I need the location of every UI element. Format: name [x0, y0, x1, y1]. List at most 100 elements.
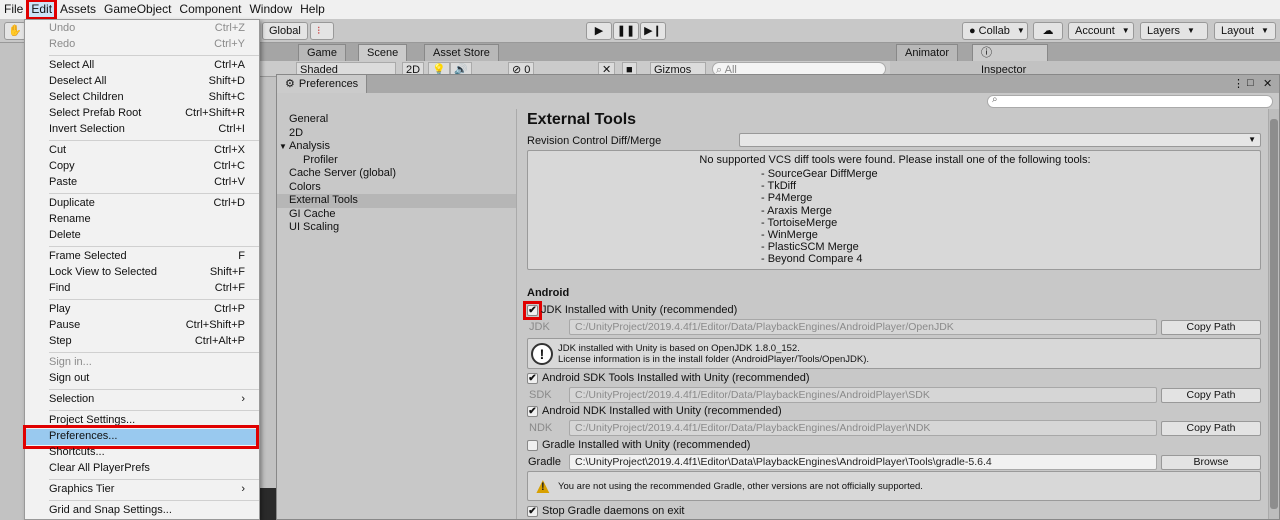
- menu-item-play[interactable]: Play Ctrl+P: [25, 302, 259, 318]
- menu-item-label: Delete: [49, 229, 81, 241]
- menu-item-pause[interactable]: Pause Ctrl+Shift+P: [25, 318, 259, 334]
- menu-item-label: Deselect All: [49, 75, 107, 87]
- menu-item-clear-playerprefs[interactable]: Clear All PlayerPrefs: [25, 461, 259, 477]
- preferences-search-input[interactable]: ⌕: [987, 94, 1273, 108]
- cloud-button[interactable]: ☁: [1033, 22, 1063, 40]
- menu-item-shortcut: Ctrl+C: [213, 160, 245, 172]
- ndk-label: NDK: [529, 422, 553, 434]
- nav-item-gi-cache[interactable]: GI Cache: [277, 208, 516, 222]
- menu-separator: [49, 193, 259, 194]
- nav-item-ui-scaling[interactable]: UI Scaling: [277, 221, 516, 235]
- snap-button[interactable]: ⁝: [310, 22, 334, 40]
- nav-item-colors[interactable]: Colors: [277, 181, 516, 195]
- menu-item-copy[interactable]: Copy Ctrl+C: [25, 159, 259, 175]
- menu-item-selection[interactable]: Selection ›: [25, 392, 259, 408]
- menu-item-label: Copy: [49, 160, 75, 172]
- asset-thumbnail: [258, 488, 276, 520]
- menu-separator: [49, 352, 259, 353]
- menu-item-undo[interactable]: Undo Ctrl+Z: [25, 21, 259, 37]
- menu-assets[interactable]: Assets: [56, 0, 100, 19]
- menu-item-step[interactable]: Step Ctrl+Alt+P: [25, 334, 259, 350]
- hand-icon: ✋: [8, 25, 22, 37]
- jdk-copy-path-button[interactable]: Copy Path: [1161, 320, 1261, 335]
- menu-item-invert-selection[interactable]: Invert Selection Ctrl+I: [25, 122, 259, 138]
- gradle-browse-button[interactable]: Browse: [1161, 455, 1261, 470]
- nav-item-profiler[interactable]: Profiler: [277, 154, 516, 168]
- menu-component[interactable]: Component: [175, 0, 245, 19]
- maximize-icon[interactable]: □: [1247, 77, 1254, 89]
- tab-animator[interactable]: Animator: [896, 44, 959, 61]
- menu-item-redo[interactable]: Redo Ctrl+Y: [25, 37, 259, 53]
- pause-button[interactable]: ❚❚: [613, 22, 639, 40]
- expand-arrow-icon[interactable]: ▼: [279, 140, 287, 154]
- gradle-warning-box: ▲ ! You are not using the recommended Gr…: [527, 471, 1261, 501]
- global-toggle-button[interactable]: Global: [262, 22, 308, 40]
- menu-window[interactable]: Window: [245, 0, 296, 19]
- menu-item-deselect-all[interactable]: Deselect All Shift+D: [25, 74, 259, 90]
- highlight-box: [523, 301, 542, 320]
- menu-item-frame-selected[interactable]: Frame Selected F: [25, 249, 259, 265]
- menu-item-duplicate[interactable]: Duplicate Ctrl+D: [25, 196, 259, 212]
- preferences-tab[interactable]: ⚙ Preferences: [277, 75, 368, 93]
- menu-item-grid-snap-settings[interactable]: Grid and Snap Settings...: [25, 503, 259, 519]
- tab-scene-label: Scene: [367, 47, 399, 59]
- layers-dropdown[interactable]: Layers ▼: [1140, 22, 1208, 40]
- nav-item-external-tools[interactable]: External Tools: [277, 194, 516, 208]
- tab-inspector[interactable]: ⓘ Inspector: [972, 44, 1048, 76]
- menu-item-find[interactable]: Find Ctrl+F: [25, 281, 259, 297]
- layout-dropdown[interactable]: Layout ▼: [1214, 22, 1276, 40]
- nav-item-general[interactable]: General: [277, 113, 516, 127]
- collab-button[interactable]: ● Collab ▼: [962, 22, 1028, 40]
- vcs-tool: - TkDiff: [761, 180, 797, 193]
- scrollbar-thumb[interactable]: [1270, 119, 1278, 509]
- menu-item-select-all[interactable]: Select All Ctrl+A: [25, 58, 259, 74]
- menu-item-label: Play: [49, 303, 71, 315]
- close-icon[interactable]: ✕: [1263, 77, 1272, 90]
- stop-gradle-checkbox-label: Stop Gradle daemons on exit: [542, 505, 685, 517]
- menu-item-select-prefab-root[interactable]: Select Prefab Root Ctrl+Shift+R: [25, 106, 259, 122]
- menu-item-rename[interactable]: Rename: [25, 212, 259, 228]
- sdk-copy-path-button[interactable]: Copy Path: [1161, 388, 1261, 403]
- menu-help[interactable]: Help: [296, 0, 329, 19]
- menu-item-delete[interactable]: Delete: [25, 228, 259, 244]
- menu-file[interactable]: File: [0, 0, 27, 19]
- menu-gameobject[interactable]: GameObject: [100, 0, 175, 19]
- content-scrollbar[interactable]: [1268, 109, 1279, 519]
- tab-game[interactable]: Game: [298, 44, 346, 61]
- menu-item-shortcuts[interactable]: Shortcuts...: [25, 445, 259, 461]
- preferences-nav: General 2D ▼ Analysis Profiler Cache Ser…: [277, 109, 517, 519]
- jdk-label: JDK: [529, 321, 550, 333]
- menu-item-shortcut: Shift+C: [208, 91, 245, 103]
- step-button[interactable]: ▶❙: [640, 22, 666, 40]
- menu-item-select-children[interactable]: Select Children Shift+C: [25, 90, 259, 106]
- tab-asset-store[interactable]: Asset Store: [424, 44, 499, 61]
- vcs-tool: - Beyond Compare 4: [761, 253, 863, 266]
- nav-item-cache-server[interactable]: Cache Server (global): [277, 167, 516, 181]
- menu-item-sign-out[interactable]: Sign out: [25, 371, 259, 387]
- gradle-checkbox[interactable]: [527, 440, 538, 451]
- menu-item-cut[interactable]: Cut Ctrl+X: [25, 143, 259, 159]
- play-button[interactable]: ▶: [586, 22, 612, 40]
- nav-item-2d[interactable]: 2D: [277, 127, 516, 141]
- ndk-checkbox[interactable]: ✔: [527, 406, 538, 417]
- snap-icon: ⁝: [317, 25, 321, 37]
- nav-item-analysis[interactable]: ▼ Analysis: [277, 140, 516, 154]
- menu-item-sign-in[interactable]: Sign in...: [25, 355, 259, 371]
- menu-item-shortcut: Ctrl+P: [214, 303, 245, 315]
- menu-edit[interactable]: Edit: [26, 0, 58, 20]
- menu-item-label: Paste: [49, 176, 78, 188]
- tab-scene[interactable]: Scene: [358, 44, 408, 61]
- stop-gradle-checkbox[interactable]: ✔: [527, 506, 538, 517]
- sdk-path-field: C:/UnityProject/2019.4.4f1/Editor/Data/P…: [569, 387, 1157, 403]
- account-dropdown[interactable]: Account ▼: [1068, 22, 1134, 40]
- hand-tool-button[interactable]: ✋: [4, 22, 26, 40]
- sdk-checkbox[interactable]: ✔: [527, 373, 538, 384]
- menu-item-lock-view[interactable]: Lock View to Selected Shift+F: [25, 265, 259, 281]
- gradle-path-field[interactable]: C:\UnityProject\2019.4.4f1\Editor\Data\P…: [569, 454, 1157, 470]
- menu-item-paste[interactable]: Paste Ctrl+V: [25, 175, 259, 191]
- menu-dots-icon[interactable]: ⋮: [1233, 77, 1244, 90]
- menu-item-shortcut: Ctrl+I: [218, 123, 245, 135]
- revision-control-dropdown[interactable]: ▼: [739, 133, 1261, 147]
- menu-item-graphics-tier[interactable]: Graphics Tier ›: [25, 482, 259, 498]
- ndk-copy-path-button[interactable]: Copy Path: [1161, 421, 1261, 436]
